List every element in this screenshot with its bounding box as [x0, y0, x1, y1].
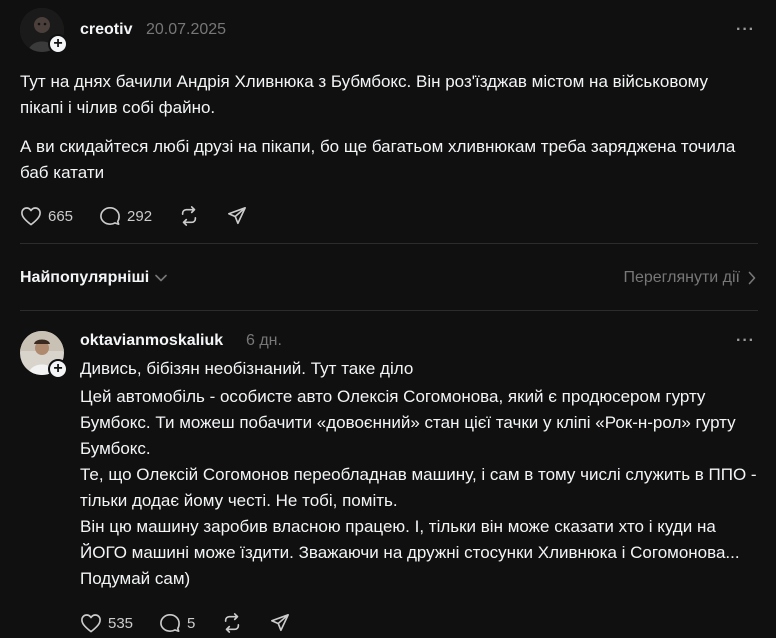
sort-label: Найпопулярніші — [20, 269, 150, 286]
post-paragraph-2: А ви скидайтеся любі друзі на пікапи, бо… — [20, 137, 736, 182]
sort-dropdown[interactable]: Найпопулярніші — [20, 269, 168, 287]
reply-share-button[interactable] — [269, 613, 291, 633]
repost-icon — [225, 613, 240, 633]
view-activity-label: Переглянути дії — [623, 269, 740, 286]
like-button[interactable]: 665 — [20, 206, 73, 226]
reply-username[interactable]: oktavianmoskaliuk — [80, 332, 223, 350]
chevron-right-icon — [748, 271, 756, 285]
divider — [20, 310, 758, 311]
post-username[interactable]: creotiv — [80, 21, 132, 39]
reply-comment-count: 5 — [187, 614, 196, 632]
more-options-icon[interactable]: ··· — [736, 21, 755, 39]
heart-icon — [21, 207, 41, 226]
follow-plus-icon[interactable]: + — [48, 34, 68, 54]
reply-line-1: Дивись, бібізян необізнаний. Тут таке ді… — [80, 359, 414, 378]
reply-actions: 535 5 — [80, 613, 317, 633]
like-count: 665 — [48, 207, 74, 225]
comment-button[interactable]: 292 — [99, 206, 152, 226]
reply-more-options-icon[interactable]: ··· — [736, 332, 755, 350]
post-paragraph-1: Тут на днях бачили Андрія Хливнюка з Буб… — [20, 72, 709, 117]
reply-age[interactable]: 6 дн. — [246, 332, 282, 350]
reply-paragraph-4: Він цю машину заробив власною працею. І,… — [80, 517, 740, 588]
divider — [20, 243, 758, 244]
repost-icon — [181, 206, 197, 226]
share-icon — [228, 207, 247, 225]
reply-repost-button[interactable] — [221, 613, 243, 633]
reply-paragraph-2: Цей автомобіль - особисте авто Олексія С… — [80, 387, 736, 458]
heart-icon — [81, 614, 101, 633]
chevron-down-icon — [155, 274, 168, 282]
post-actions: 665 292 — [20, 206, 274, 226]
reply-like-count: 535 — [108, 614, 134, 632]
comment-icon — [100, 207, 120, 225]
post-date[interactable]: 20.07.2025 — [146, 21, 226, 39]
reply-comment-button[interactable]: 5 — [159, 613, 195, 633]
share-icon — [271, 614, 290, 632]
comment-count: 292 — [127, 207, 153, 225]
repost-button[interactable] — [178, 206, 200, 226]
view-activity-link[interactable]: Переглянути дії — [623, 269, 756, 287]
reply-paragraph-3: Те, що Олексій Согомонов переобладнав ма… — [80, 465, 757, 510]
share-button[interactable] — [226, 206, 248, 226]
follow-plus-icon[interactable]: + — [48, 359, 68, 379]
reply-like-button[interactable]: 535 — [80, 613, 133, 633]
comment-icon — [160, 614, 180, 632]
